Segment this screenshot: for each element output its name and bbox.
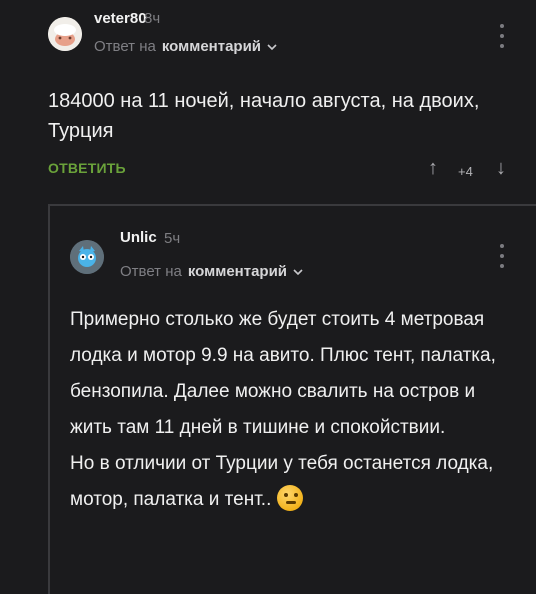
comment-score: +4 bbox=[458, 164, 473, 179]
reply-to-prefix: Ответ на bbox=[120, 263, 182, 280]
reply-to-line[interactable]: Ответ на комментарий bbox=[120, 263, 303, 280]
comment-text: Примерно столько же будет стоить 4 метро… bbox=[70, 302, 520, 518]
chevron-down-icon bbox=[267, 43, 277, 50]
avatar[interactable] bbox=[70, 240, 104, 274]
thread-divider bbox=[48, 204, 536, 206]
reply-button[interactable]: ОТВЕТИТЬ bbox=[48, 160, 126, 176]
reply-to-line[interactable]: Ответ на комментарий bbox=[94, 38, 277, 55]
arrow-up-icon[interactable]: ↑ bbox=[428, 157, 438, 180]
thread-line bbox=[48, 204, 50, 594]
avatar[interactable] bbox=[48, 17, 82, 51]
username[interactable]: Unlic bbox=[120, 229, 157, 246]
chevron-down-icon bbox=[293, 268, 303, 275]
username[interactable]: veter80 bbox=[94, 10, 147, 27]
avatar-image-icon bbox=[48, 17, 82, 51]
reply-to-prefix: Ответ на bbox=[94, 38, 156, 55]
avatar-image-icon bbox=[70, 240, 104, 274]
more-menu-icon[interactable] bbox=[500, 244, 504, 274]
timestamp: 5ч bbox=[164, 230, 181, 247]
comment-text: 184000 на 11 ночей, начало августа, на д… bbox=[48, 90, 480, 142]
reply-to-target[interactable]: комментарий bbox=[188, 263, 287, 280]
more-menu-icon[interactable] bbox=[500, 24, 504, 54]
comment-paragraph: Но в отличии от Турции у тебя останется … bbox=[70, 446, 520, 518]
comment-paragraph: Примерно столько же будет стоить 4 метро… bbox=[70, 309, 496, 438]
thinking-face-emoji-icon bbox=[277, 485, 304, 511]
timestamp: 8ч bbox=[144, 10, 161, 27]
reply-to-target[interactable]: комментарий bbox=[162, 38, 261, 55]
arrow-down-icon[interactable]: ↓ bbox=[496, 157, 506, 180]
